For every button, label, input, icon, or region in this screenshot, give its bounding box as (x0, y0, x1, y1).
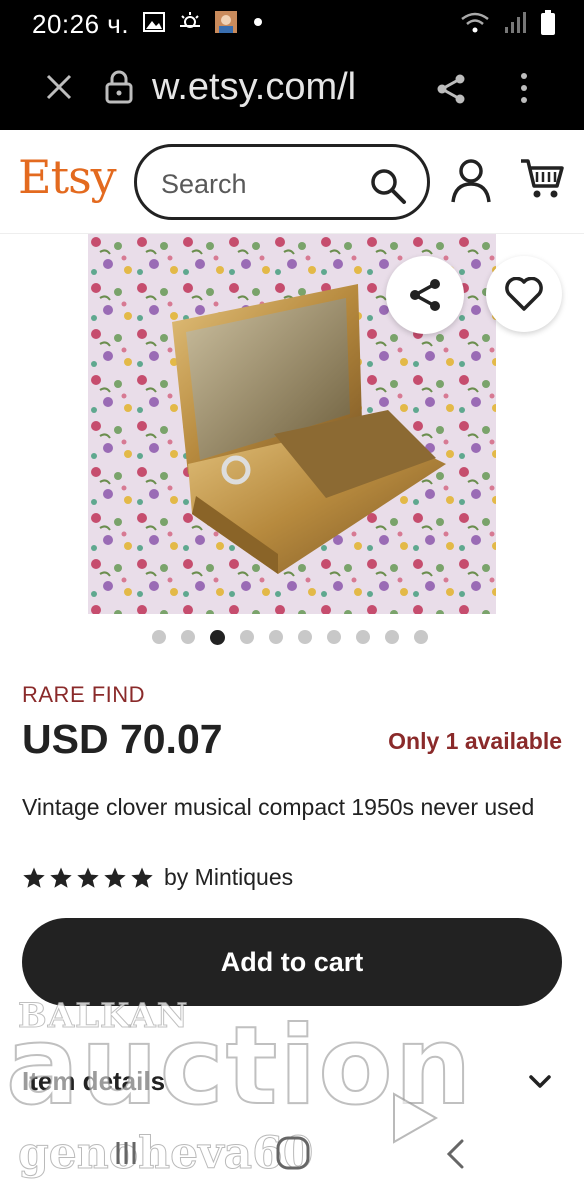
gallery-icon (143, 12, 165, 32)
share-icon[interactable] (434, 72, 468, 106)
browser-url-bar: w.etsy.com/l (0, 52, 584, 130)
star-icon (77, 867, 99, 888)
share-icon (410, 279, 440, 311)
rare-find-badge: RARE FIND (22, 682, 146, 707)
url-text[interactable]: w.etsy.com/l (152, 66, 410, 109)
rating-row: by Mintiques (22, 864, 293, 891)
search-icon[interactable] (369, 167, 407, 205)
signal-icon (505, 12, 526, 33)
home-icon[interactable] (274, 1134, 312, 1172)
close-tab-icon[interactable] (42, 70, 76, 104)
more-options-icon[interactable] (512, 70, 536, 106)
product-title: Vintage clover musical compact 1950s nev… (22, 794, 535, 820)
more-notifications-dot (254, 18, 262, 26)
carousel-dot[interactable] (240, 630, 254, 644)
lock-icon[interactable] (104, 70, 134, 104)
carousel-indicator (152, 630, 428, 645)
carousel-dot[interactable] (181, 630, 195, 644)
carousel-dot[interactable] (152, 630, 166, 644)
share-button[interactable] (386, 256, 464, 334)
cart-icon[interactable] (520, 158, 564, 200)
site-header: Etsy Search (0, 130, 584, 234)
carousel-dot[interactable] (269, 630, 283, 644)
wifi-icon (461, 12, 489, 33)
star-icon (50, 867, 72, 888)
search-input[interactable]: Search (134, 144, 430, 220)
user-account-icon[interactable] (450, 158, 492, 204)
star-icon (104, 867, 126, 888)
availability-text: Only 1 available (388, 728, 562, 754)
etsy-logo[interactable]: Etsy (18, 150, 117, 204)
favorite-button[interactable] (486, 256, 562, 332)
carousel-dot[interactable] (298, 630, 312, 644)
carousel-dot[interactable] (356, 630, 370, 644)
watermark-seller: genoheva60 (17, 1128, 314, 1180)
star-icon (131, 867, 153, 888)
carousel-dot[interactable] (385, 630, 399, 644)
star-icon (23, 867, 45, 888)
status-time: 20:26 ч. (32, 9, 130, 39)
watermark-play-icon (393, 1092, 439, 1144)
weather-icon (180, 12, 200, 28)
add-to-cart-button[interactable]: Add to cart (22, 918, 562, 1006)
star-rating[interactable] (22, 866, 154, 890)
chevron-down-icon[interactable] (528, 1072, 552, 1092)
back-icon[interactable] (444, 1138, 466, 1170)
heart-icon (505, 277, 543, 311)
carousel-dot[interactable] (210, 630, 225, 645)
status-system-icons (460, 10, 556, 36)
shop-link[interactable]: by Mintiques (164, 864, 293, 891)
product-price: USD 70.07 (22, 716, 223, 762)
battery-icon (541, 10, 555, 35)
status-notification-icons (142, 10, 262, 34)
carousel-dot[interactable] (414, 630, 428, 644)
avatar-notification-icon (215, 11, 237, 33)
carousel-dot[interactable] (327, 630, 341, 644)
status-bar: 20:26 ч. (0, 0, 584, 52)
search-placeholder: Search (161, 169, 247, 199)
recent-apps-icon[interactable] (112, 1136, 146, 1170)
